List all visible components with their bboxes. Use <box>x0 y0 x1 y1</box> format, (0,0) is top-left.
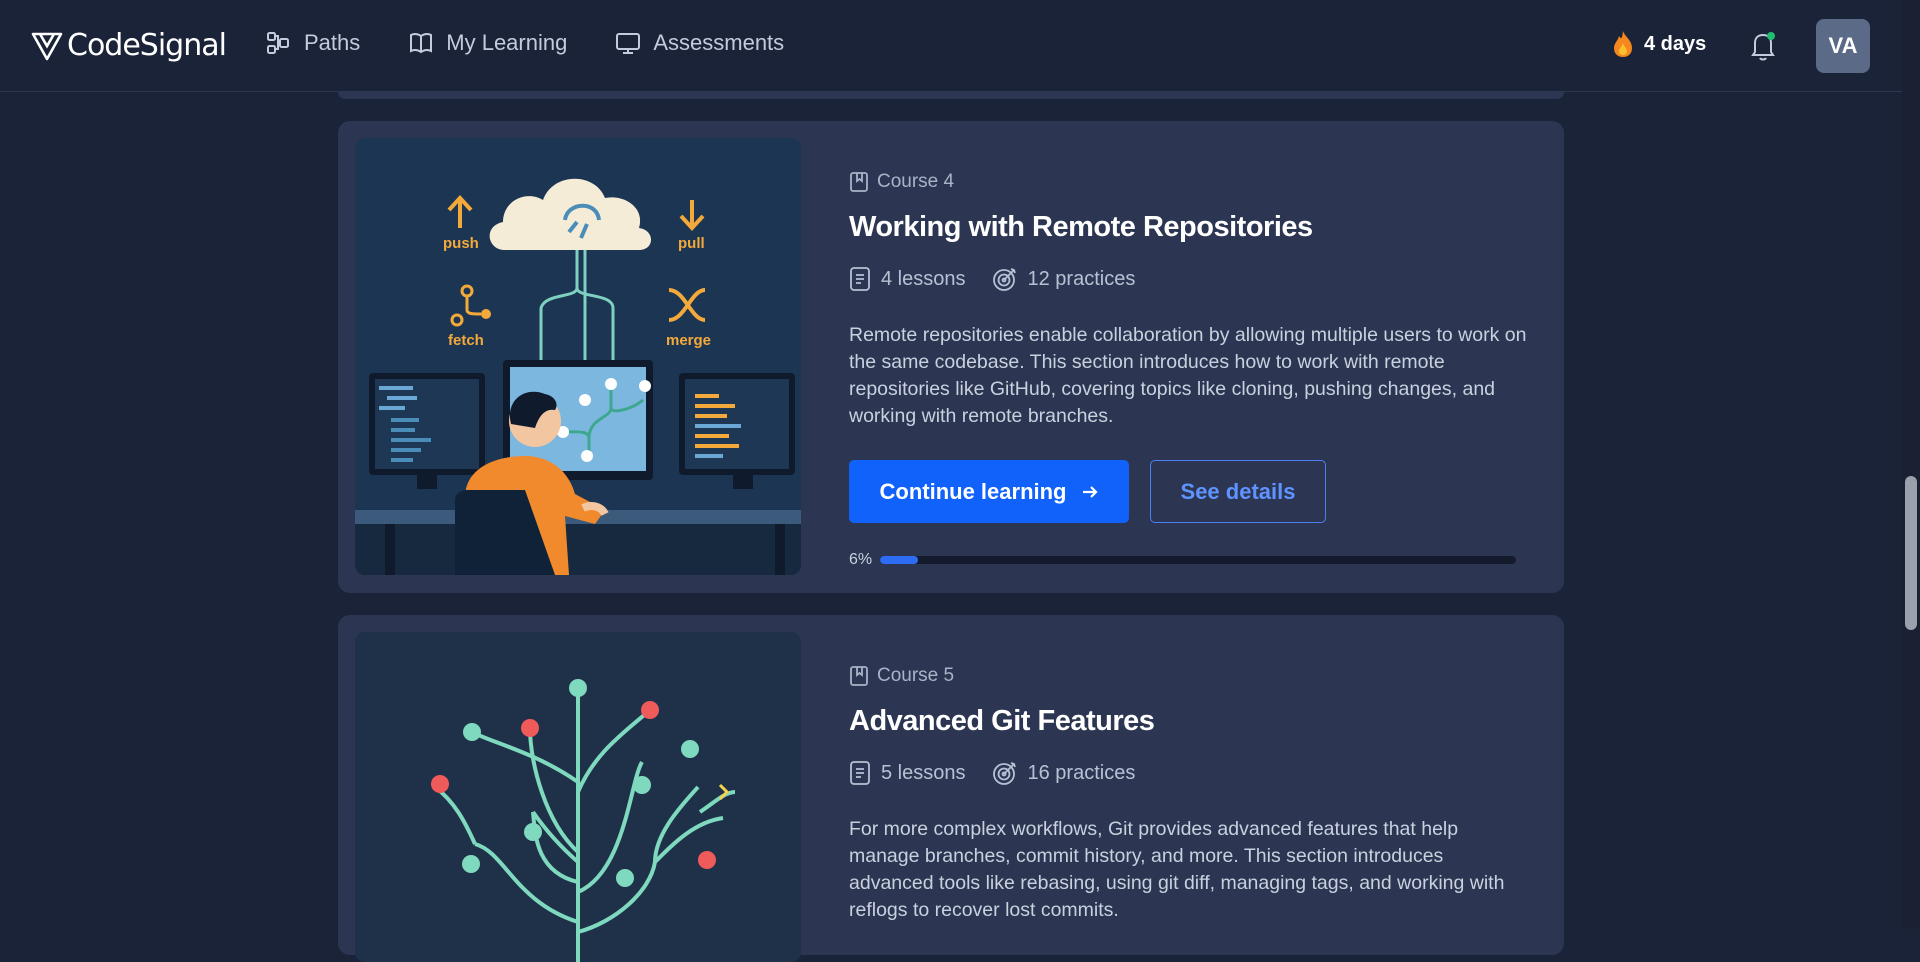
course-info: Course 5 Advanced Git Features 5 lessons… <box>849 665 1529 924</box>
course-illustration: push pull fetch merge <box>355 138 801 575</box>
course-book-icon <box>850 172 868 192</box>
course-illustration <box>355 632 801 962</box>
nav-label: My Learning <box>446 30 568 55</box>
practices-label: 12 practices <box>1027 267 1136 290</box>
course-actions: Continue learning See details <box>849 460 1529 523</box>
lessons-count: 4 lessons <box>849 266 966 292</box>
practices-count: 12 practices <box>992 266 1136 292</box>
course-number-label: Course 5 <box>849 665 1529 687</box>
notifications-bell-icon[interactable] <box>1747 28 1779 62</box>
nav-label: Assessments <box>653 30 785 55</box>
codesignal-logo[interactable]: CodeSignal <box>31 28 227 63</box>
main-nav: Paths My Learning Assessments <box>266 30 784 56</box>
target-icon <box>992 762 1016 785</box>
target-icon <box>992 268 1016 291</box>
course-title[interactable]: Working with Remote Repositories <box>849 211 1529 244</box>
continue-learning-button[interactable]: Continue learning <box>849 460 1129 523</box>
pull-label: pull <box>678 235 705 252</box>
course-meta: 4 lessons 12 practices <box>849 266 1529 292</box>
monitor-icon <box>616 33 641 54</box>
push-label: push <box>443 235 479 252</box>
remote-repos-illustration: push pull fetch merge <box>355 138 801 575</box>
see-details-button[interactable]: See details <box>1150 460 1326 523</box>
course-title[interactable]: Advanced Git Features <box>849 705 1529 738</box>
progress-percent: 6% <box>849 551 873 568</box>
user-avatar[interactable]: VA <box>1816 19 1870 73</box>
nav-item-assessments[interactable]: Assessments <box>615 30 784 56</box>
brand-name: CodeSignal <box>67 28 227 63</box>
progress-bar-fill <box>880 556 919 564</box>
course-progress: 6% <box>849 551 1529 569</box>
git-branches-illustration <box>355 632 801 962</box>
lessons-count: 5 lessons <box>849 760 966 786</box>
scrollbar-track[interactable] <box>1902 0 1920 929</box>
book-icon <box>410 32 433 54</box>
arrow-right-icon <box>1082 485 1098 498</box>
nav-label: Paths <box>304 30 361 55</box>
practices-label: 16 practices <box>1027 761 1136 784</box>
nav-item-my-learning[interactable]: My Learning <box>408 30 567 56</box>
merge-label: merge <box>666 332 711 349</box>
continue-learning-label: Continue learning <box>879 478 1067 504</box>
fetch-label: fetch <box>448 332 484 349</box>
course-card: Course 5 Advanced Git Features 5 lessons… <box>338 615 1564 962</box>
course-number: Course 4 <box>877 171 955 192</box>
scrollbar-thumb[interactable] <box>1905 476 1917 630</box>
flame-icon <box>1614 31 1632 57</box>
course-card: push pull fetch merge Course 4 Working w… <box>338 121 1564 593</box>
streak-indicator[interactable]: 4 days <box>1612 30 1706 58</box>
document-icon <box>850 267 870 291</box>
practices-count: 16 practices <box>992 760 1136 786</box>
course-info: Course 4 Working with Remote Repositorie… <box>849 171 1529 569</box>
previous-course-card <box>338 92 1564 99</box>
course-description: For more complex workflows, Git provides… <box>849 818 1505 921</box>
course-number: Course 5 <box>877 665 955 686</box>
paths-icon <box>267 32 289 54</box>
document-icon <box>850 761 870 785</box>
lessons-label: 4 lessons <box>881 267 966 290</box>
course-book-icon <box>850 666 868 686</box>
course-description: Remote repositories enable collaboration… <box>849 324 1527 427</box>
top-navigation-bar: CodeSignal Paths My Learning Assessments <box>0 0 1902 92</box>
nav-item-paths[interactable]: Paths <box>266 30 360 56</box>
progress-bar <box>880 556 1517 564</box>
streak-label: 4 days <box>1644 32 1707 55</box>
lessons-label: 5 lessons <box>881 761 966 784</box>
course-meta: 5 lessons 16 practices <box>849 760 1529 786</box>
course-number-label: Course 4 <box>849 171 1529 193</box>
codesignal-logo-icon <box>31 32 63 60</box>
